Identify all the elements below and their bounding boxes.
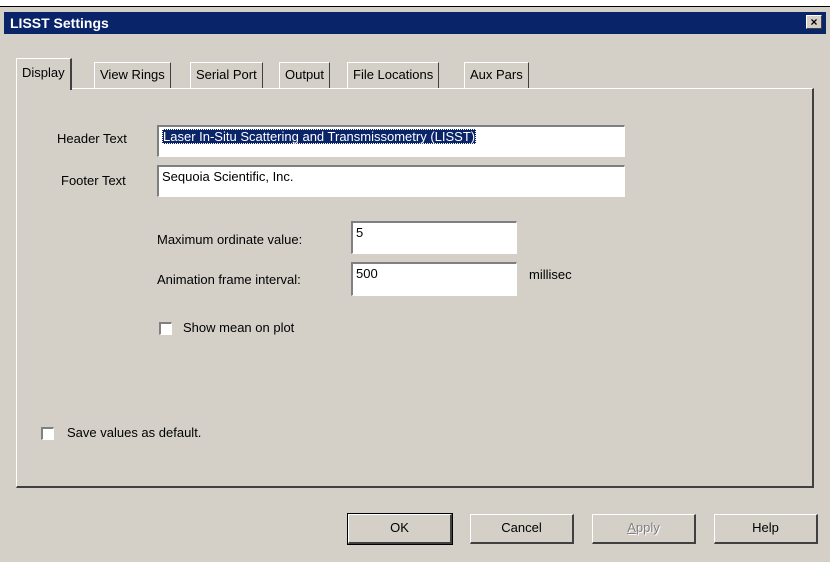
title-bar[interactable]: LISST Settings × xyxy=(4,12,826,34)
ok-button[interactable]: OK xyxy=(347,513,453,545)
apply-mnemonic: A xyxy=(627,520,636,535)
tab-file-locations[interactable]: File Locations xyxy=(347,62,440,88)
tab-view-rings[interactable]: View Rings xyxy=(94,62,171,88)
footer-text-label: Footer Text xyxy=(61,173,126,188)
footer-text-input[interactable]: Sequoia Scientific, Inc. xyxy=(157,165,625,197)
cancel-button[interactable]: Cancel xyxy=(470,514,574,544)
animation-interval-label: Animation frame interval: xyxy=(157,272,301,287)
tab-aux-pars[interactable]: Aux Pars xyxy=(464,62,529,88)
tab-output[interactable]: Output xyxy=(279,62,331,88)
apply-button[interactable]: Apply xyxy=(592,514,696,544)
max-ordinate-input[interactable]: 5 xyxy=(351,221,517,254)
header-text-value: Laser In-Situ Scattering and Transmissom… xyxy=(162,129,477,144)
show-mean-checkbox[interactable] xyxy=(159,322,172,335)
show-mean-label[interactable]: Show mean on plot xyxy=(183,320,294,335)
max-ordinate-label: Maximum ordinate value: xyxy=(157,232,303,247)
window-title: LISST Settings xyxy=(10,15,109,31)
save-default-label[interactable]: Save values as default. xyxy=(67,425,201,440)
apply-label-rest: pply xyxy=(635,520,660,535)
header-text-label: Header Text xyxy=(57,131,127,146)
tab-serial-port[interactable]: Serial Port xyxy=(190,62,263,88)
tab-display[interactable]: Display xyxy=(16,58,72,90)
close-icon[interactable]: × xyxy=(806,15,822,29)
save-default-checkbox[interactable] xyxy=(41,427,54,440)
header-text-input[interactable]: Laser In-Situ Scattering and Transmissom… xyxy=(157,125,625,157)
help-button[interactable]: Help xyxy=(714,514,818,544)
animation-interval-input[interactable]: 500 xyxy=(351,262,517,296)
animation-units-label: millisec xyxy=(529,267,572,282)
tab-panel-display: Header Text Laser In-Situ Scattering and… xyxy=(16,88,814,488)
tab-strip: Display View Rings Serial Port Output Fi… xyxy=(16,58,816,90)
